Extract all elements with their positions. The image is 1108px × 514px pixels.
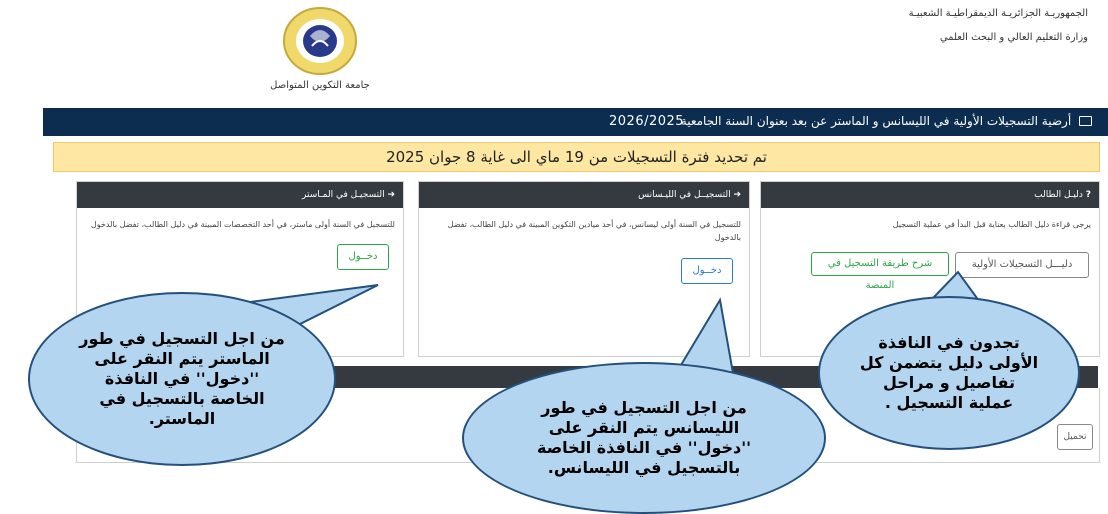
master-callout: من اجل التسجيل في طور الماستر يتم النقر … <box>28 292 336 466</box>
licence-callout: من اجل التسجيل في طور الليسانس يتم النقر… <box>462 362 826 514</box>
guide-callout-text: تجدون في النافذة الأولى دليل يتضمن كل تف… <box>859 333 1039 412</box>
guide-callout: تجدون في النافذة الأولى دليل يتضمن كل تف… <box>818 296 1080 450</box>
licence-callout-text: من اجل التسجيل في طور الليسانس يتم النقر… <box>537 398 752 477</box>
master-callout-text: من اجل التسجيل في طور الماستر يتم النقر … <box>79 329 285 428</box>
